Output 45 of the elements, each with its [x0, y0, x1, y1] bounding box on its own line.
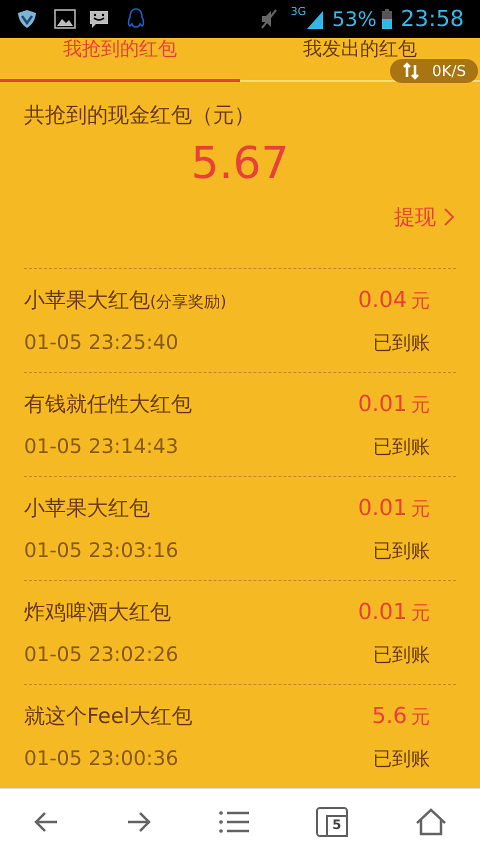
currency-unit: 元: [411, 392, 430, 418]
image-icon: [54, 8, 76, 30]
packet-amount: 0.01: [358, 494, 407, 523]
packet-status: 已到账: [373, 434, 430, 460]
network-label: 3G: [290, 4, 306, 20]
currency-unit: 元: [411, 704, 430, 730]
packet-title: 有钱就任性大红包: [24, 390, 192, 418]
battery-icon: [380, 8, 393, 30]
packet-amount: 0.01: [358, 390, 407, 419]
home-button[interactable]: [414, 808, 447, 836]
packet-time: 01-05 23:25:40: [24, 328, 178, 356]
packet-time: 01-05 23:00:36: [24, 744, 178, 772]
packet-title: 小苹果大红包: [24, 494, 150, 522]
summary-label: 共抢到的现金红包（元）: [24, 102, 256, 129]
chevron-icon: [444, 208, 454, 226]
packet-status: 已到账: [373, 746, 430, 772]
packet-time: 01-05 23:03:16: [24, 536, 178, 564]
tab-count: 5: [326, 814, 348, 836]
packet-amount: 0.04: [358, 286, 407, 315]
currency-unit: 元: [411, 496, 430, 522]
packet-note: (分享奖励): [150, 290, 226, 313]
packet-amount: 5.6: [372, 702, 407, 731]
packet-title: 小苹果大红包: [24, 286, 150, 314]
packet-title: 炸鸡啤酒大红包: [24, 598, 171, 626]
packet-amount: 0.01: [358, 598, 407, 627]
home-icon: [414, 808, 447, 836]
total-amount: 5.67: [191, 142, 289, 186]
speed-label: 0K/S: [432, 60, 466, 82]
battery-percent: 53%: [332, 6, 377, 33]
packet-status: 已到账: [373, 330, 430, 356]
shield-icon: [16, 8, 38, 30]
packet-title: 就这个Feel大红包: [24, 702, 193, 730]
packet-time: 01-05 23:14:43: [24, 432, 178, 460]
tabs-button[interactable]: 5: [316, 806, 348, 836]
clock-time: 23:58: [400, 6, 464, 34]
chat-icon: [88, 8, 110, 30]
currency-unit: 元: [411, 288, 430, 314]
packet-status: 已到账: [373, 642, 430, 668]
packet-time: 01-05 23:02:26: [24, 640, 178, 668]
mute-icon: [258, 8, 279, 30]
menu-button[interactable]: [218, 810, 249, 834]
transfer-icon: [402, 62, 420, 80]
menu-icon: [218, 810, 249, 834]
currency-unit: 元: [411, 600, 430, 626]
packet-status: 已到账: [373, 538, 430, 564]
